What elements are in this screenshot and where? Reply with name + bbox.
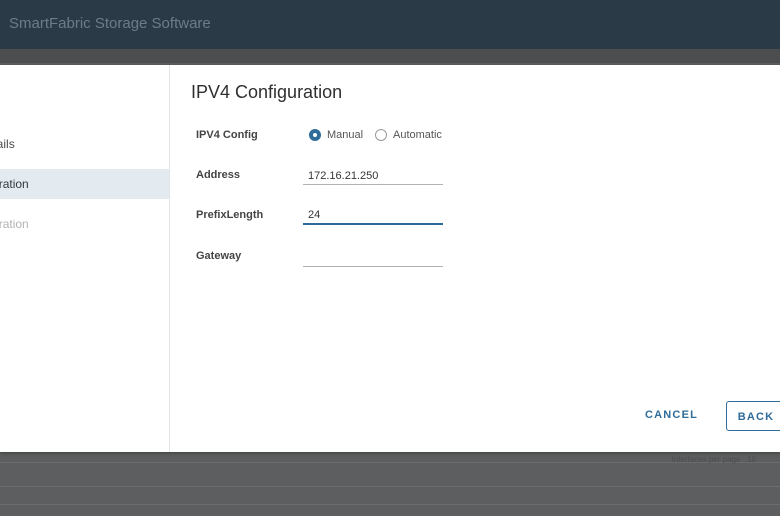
page-size-label: Interfaces per page xyxy=(671,455,741,464)
address-label: Address xyxy=(196,169,241,181)
step-next-configuration: onfiguration xyxy=(0,209,169,239)
gateway-input[interactable] xyxy=(303,249,443,267)
app-header: SmartFabric Storage Software xyxy=(0,0,780,49)
step-label: ce Details xyxy=(0,137,15,151)
app-title: SmartFabric Storage Software xyxy=(9,15,211,32)
gateway-label: Gateway xyxy=(196,250,242,262)
radio-automatic-label: Automatic xyxy=(393,129,442,141)
divider xyxy=(0,462,780,463)
radio-unchecked-icon[interactable] xyxy=(375,129,387,141)
ipv4-config-label: IPV4 Config xyxy=(196,129,258,141)
wizard-modal: rface ce Details onfiguration onfigurati… xyxy=(0,65,780,452)
prefix-length-input[interactable] xyxy=(303,207,443,225)
app-subbar xyxy=(0,49,780,63)
step-label: onfiguration xyxy=(0,217,29,231)
step-interface-details[interactable]: ce Details xyxy=(0,129,169,159)
app-background-content xyxy=(0,452,780,516)
prefix-length-label: PrefixLength xyxy=(196,209,264,221)
radio-automatic[interactable]: Automatic xyxy=(375,127,442,143)
wizard-steps-nav: rface ce Details onfiguration onfigurati… xyxy=(0,65,170,452)
step-label: onfiguration xyxy=(0,177,29,191)
back-button[interactable]: BACK xyxy=(726,401,780,431)
page-title: IPV4 Configuration xyxy=(191,82,343,102)
address-input[interactable] xyxy=(303,167,443,185)
radio-manual-label: Manual xyxy=(327,129,364,141)
page-size-value: 10 xyxy=(747,455,756,464)
divider xyxy=(0,504,780,505)
divider xyxy=(0,486,780,487)
pagination-footer: Interfaces per page 10 xyxy=(671,455,756,464)
wizard-content: IPV4 Configuration IPV4 Config Manual Au… xyxy=(170,65,780,452)
cancel-button[interactable]: CANCEL xyxy=(645,409,698,421)
radio-checked-icon[interactable] xyxy=(309,129,321,141)
step-ipv4-configuration[interactable]: onfiguration xyxy=(0,169,169,199)
radio-manual[interactable]: Manual xyxy=(309,127,363,143)
